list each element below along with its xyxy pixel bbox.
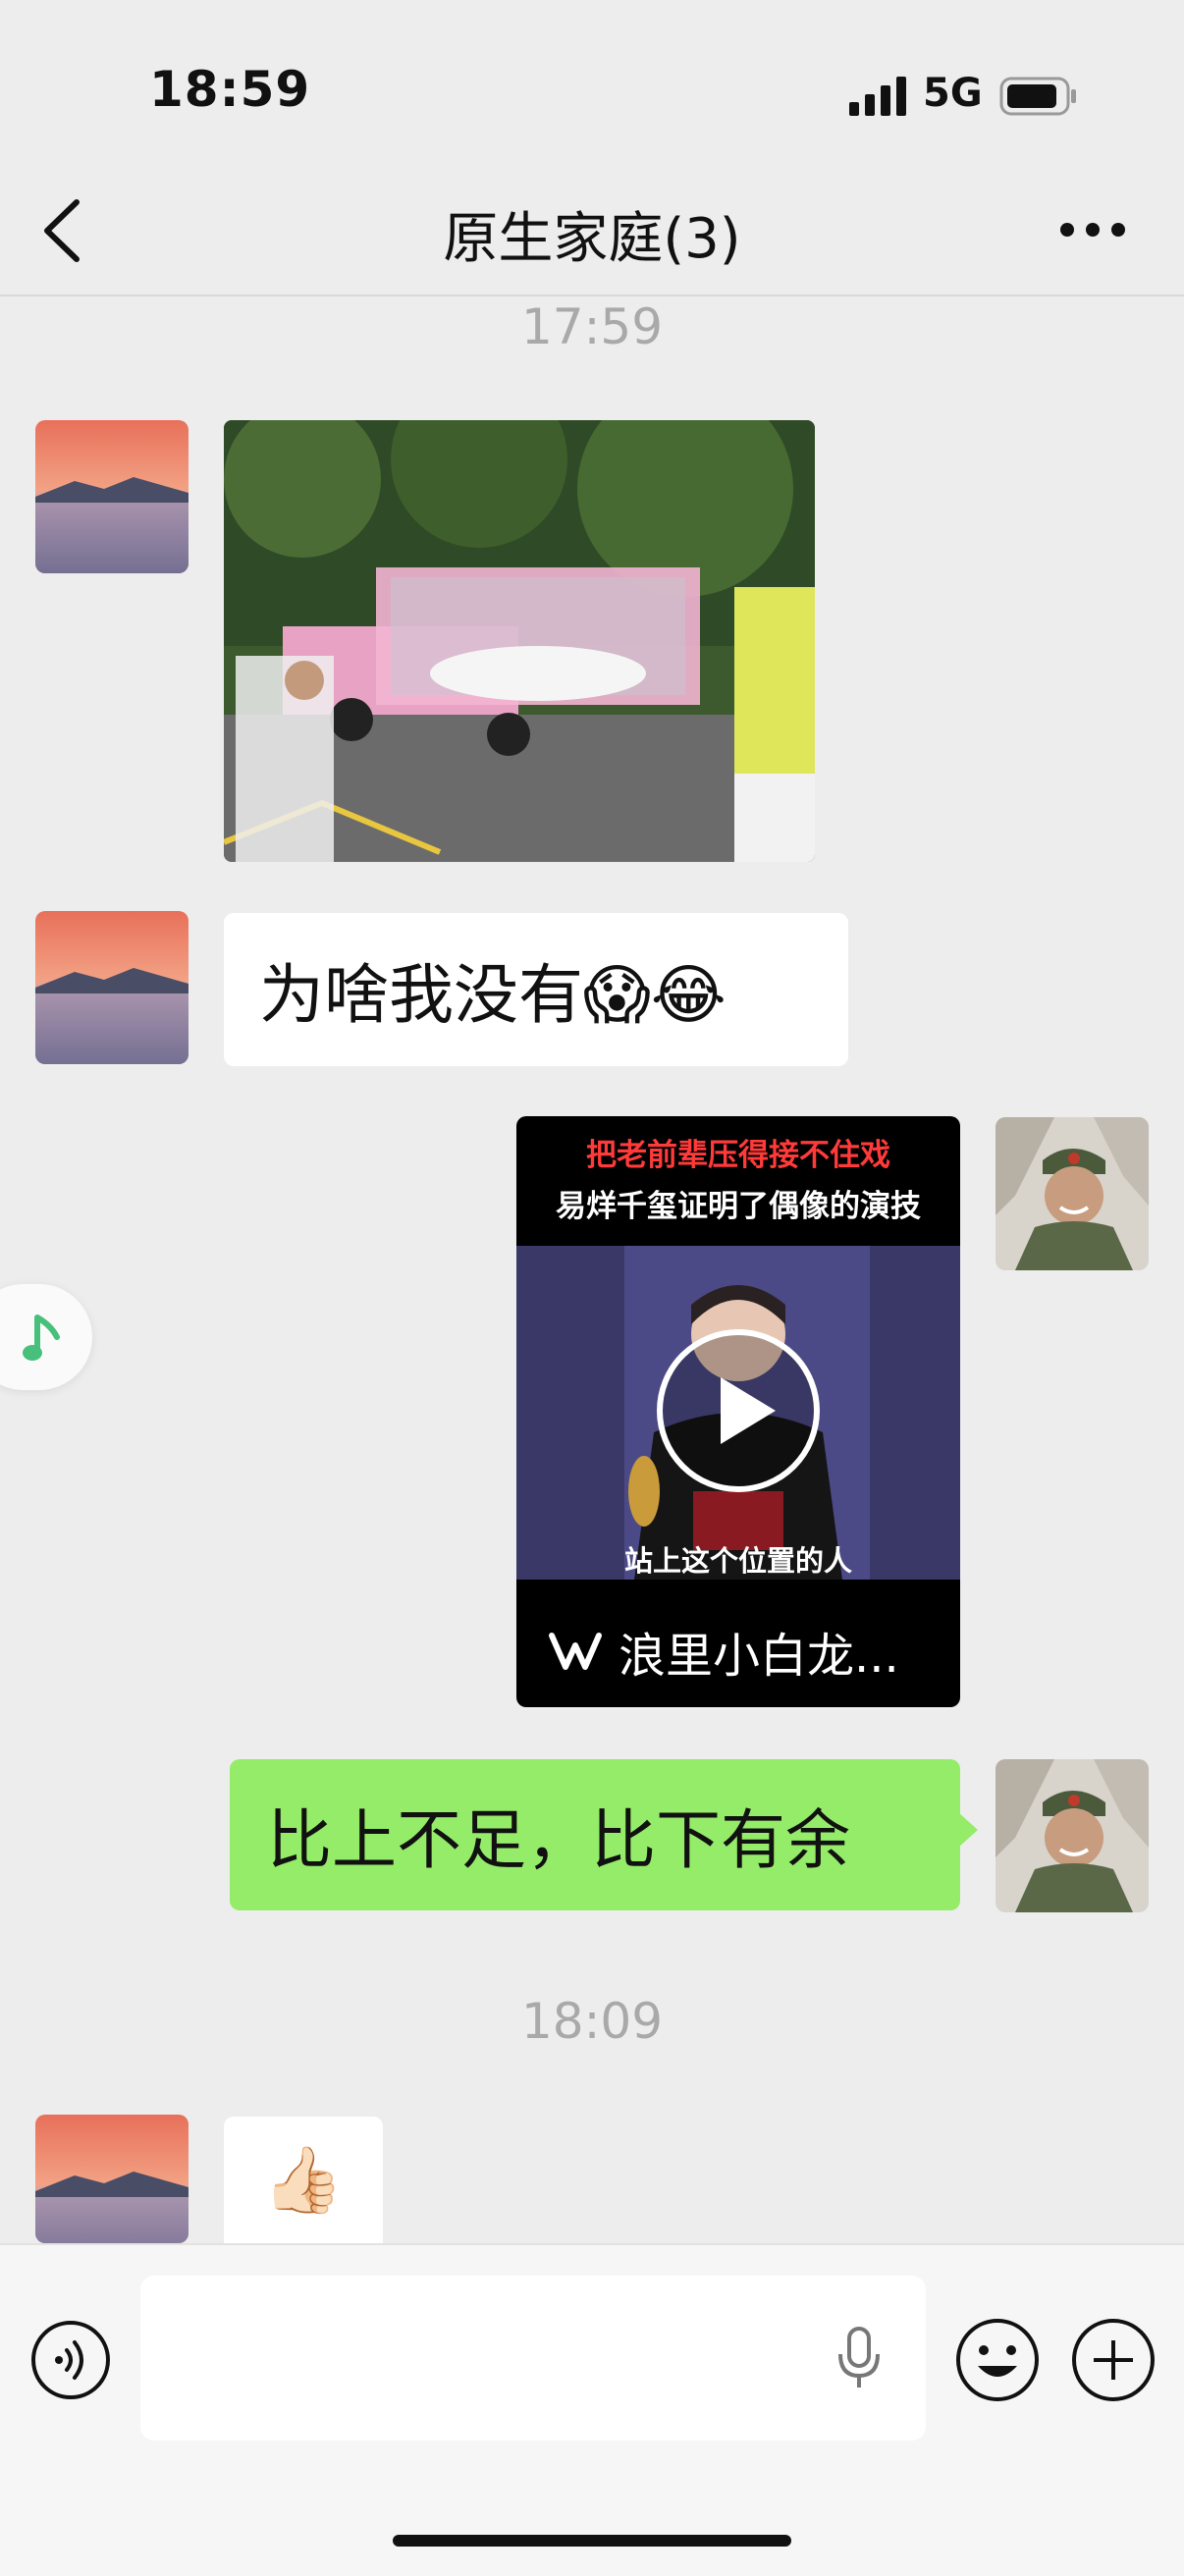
- nav-divider: [0, 295, 1184, 296]
- timestamp: 18:09: [520, 1993, 664, 2050]
- home-indicator: [393, 2535, 791, 2547]
- status-time: 18:59: [149, 61, 311, 118]
- music-floating-button[interactable]: [0, 1284, 92, 1390]
- message-text: 比上不足，比下有余: [267, 1802, 850, 1878]
- play-icon[interactable]: [656, 1328, 821, 1493]
- video-caption-red: 把老前辈压得接不住戏: [586, 1138, 890, 1173]
- more-icon[interactable]: [1058, 218, 1127, 242]
- message-text: 为啥我没有😱😂: [259, 957, 727, 1033]
- avatar-sunset[interactable]: [35, 2115, 188, 2243]
- network-label: 5G: [923, 71, 983, 116]
- channels-logo-icon: [549, 1633, 602, 1670]
- text-message-self[interactable]: 比上不足，比下有余: [230, 1759, 978, 1910]
- image-message[interactable]: [224, 420, 815, 862]
- avatar-soldier[interactable]: [996, 1759, 1149, 1912]
- video-subtitle: 站上这个位置的人: [623, 1544, 852, 1578]
- plus-icon[interactable]: [1070, 2317, 1157, 2403]
- emoji-icon[interactable]: [954, 2317, 1041, 2403]
- timestamp: 17:59: [520, 298, 664, 355]
- signal-icon: [849, 77, 906, 116]
- sticker-emoji: 👍🏻: [262, 2141, 345, 2218]
- text-message[interactable]: 为啥我没有😱😂: [224, 913, 848, 1066]
- music-note-icon: [23, 1315, 60, 1361]
- video-source-name: 浪里小白龙...: [619, 1629, 899, 1684]
- bubble-tail: [958, 1812, 978, 1848]
- mic-icon[interactable]: [836, 2327, 882, 2391]
- sticker-message[interactable]: 👍🏻: [224, 2117, 383, 2243]
- chat-title: 原生家庭(3): [443, 207, 741, 271]
- avatar-soldier[interactable]: [996, 1117, 1149, 1270]
- avatar-sunset[interactable]: [35, 420, 188, 573]
- avatar-sunset[interactable]: [35, 911, 188, 1064]
- video-source: 浪里小白龙...: [546, 1617, 899, 1686]
- video-message[interactable]: 把老前辈压得接不住戏 易烊千玺证明了偶像的演技 站上这个位置的人 浪里小白龙..…: [516, 1116, 960, 1707]
- voice-icon[interactable]: [29, 2319, 112, 2401]
- video-caption-white: 易烊千玺证明了偶像的演技: [556, 1189, 921, 1224]
- message-input[interactable]: [140, 2276, 926, 2441]
- battery-icon: [999, 77, 1076, 116]
